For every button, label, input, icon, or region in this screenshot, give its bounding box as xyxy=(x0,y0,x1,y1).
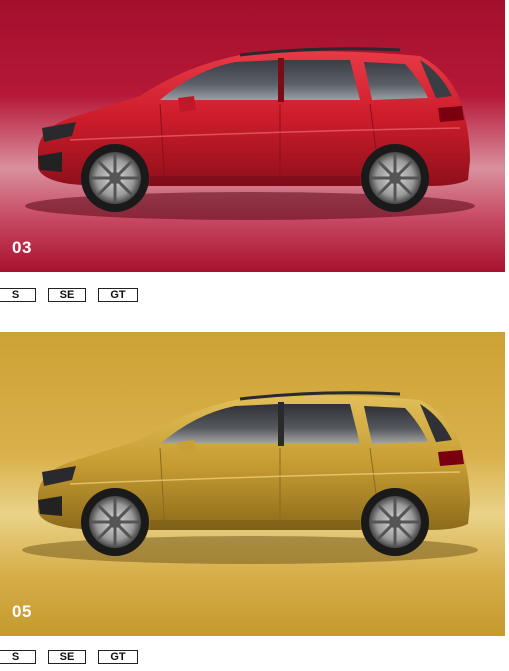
trim-badge-se: SE xyxy=(48,650,86,664)
trim-badge-s: S xyxy=(0,288,36,302)
car-panel-red: 03 xyxy=(0,0,505,272)
car-panel-gold: 05 xyxy=(0,332,505,636)
variant-number: 05 xyxy=(12,602,32,621)
gold-car-image xyxy=(0,332,505,636)
red-car-image xyxy=(0,0,505,272)
trim-badge-se: SE xyxy=(48,288,86,302)
variant-number: 03 xyxy=(12,238,32,257)
trim-badge-gt: GT xyxy=(98,650,138,664)
trim-badge-gt: GT xyxy=(98,288,138,302)
trim-badge-s: S xyxy=(0,650,36,664)
trim-list: S SE GT xyxy=(0,287,138,303)
trim-list: S SE GT xyxy=(0,649,138,665)
